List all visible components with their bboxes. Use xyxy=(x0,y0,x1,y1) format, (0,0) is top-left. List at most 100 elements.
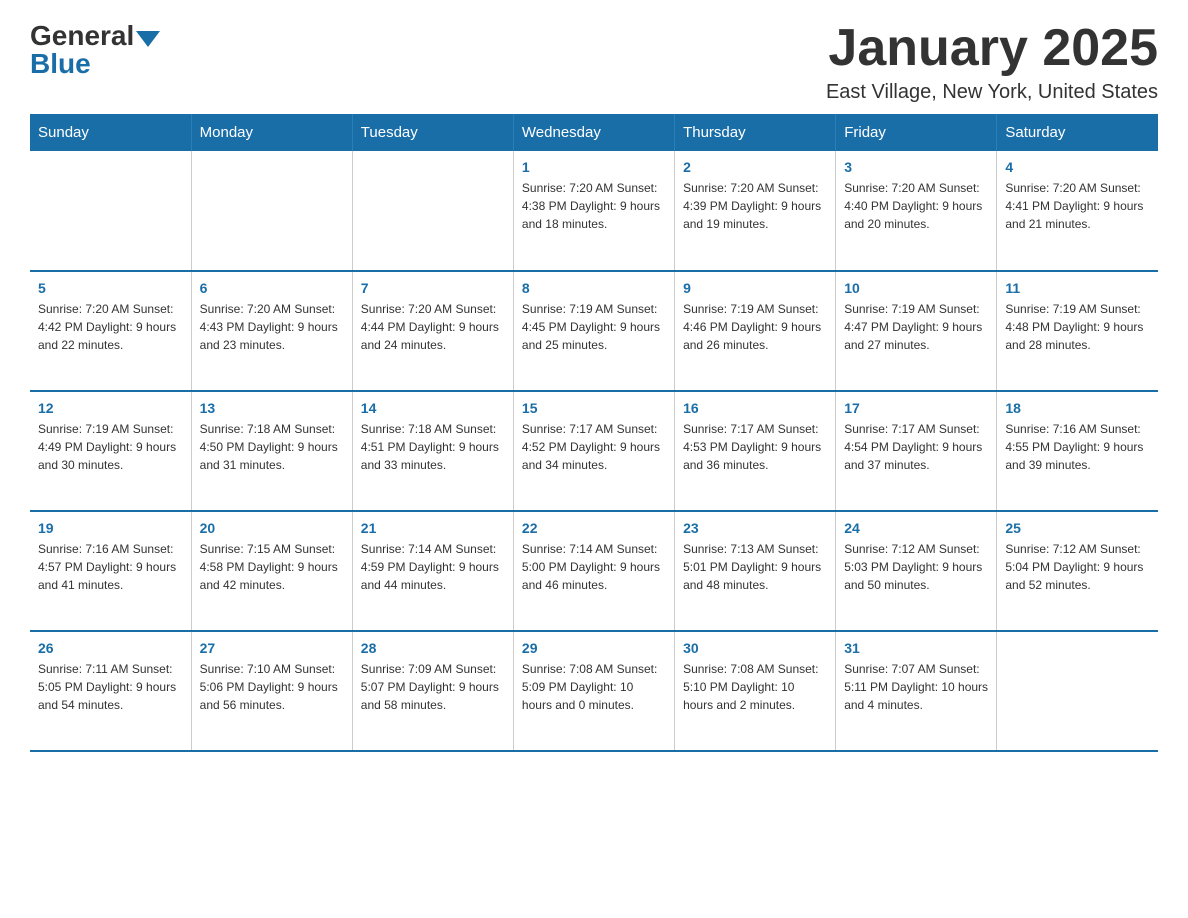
day-info: Sunrise: 7:19 AM Sunset: 4:49 PM Dayligh… xyxy=(38,420,183,474)
day-number: 25 xyxy=(1005,520,1150,536)
day-number: 28 xyxy=(361,640,505,656)
day-info: Sunrise: 7:19 AM Sunset: 4:45 PM Dayligh… xyxy=(522,300,666,354)
day-info: Sunrise: 7:19 AM Sunset: 4:48 PM Dayligh… xyxy=(1005,300,1150,354)
day-info: Sunrise: 7:12 AM Sunset: 5:04 PM Dayligh… xyxy=(1005,540,1150,594)
weekday-header-wednesday: Wednesday xyxy=(513,114,674,151)
day-info: Sunrise: 7:18 AM Sunset: 4:50 PM Dayligh… xyxy=(200,420,344,474)
day-number: 16 xyxy=(683,400,827,416)
calendar-cell: 21 Sunrise: 7:14 AM Sunset: 4:59 PM Dayli… xyxy=(352,511,513,631)
day-number: 10 xyxy=(844,280,988,296)
day-info: Sunrise: 7:08 AM Sunset: 5:10 PM Dayligh… xyxy=(683,660,827,714)
day-number: 12 xyxy=(38,400,183,416)
page-header: General Blue January 2025 East Village, … xyxy=(30,20,1158,104)
calendar-header-row: SundayMondayTuesdayWednesdayThursdayFrid… xyxy=(30,114,1158,151)
logo-arrow-icon xyxy=(136,31,160,47)
calendar-week-row: 26 Sunrise: 7:11 AM Sunset: 5:05 PM Dayli… xyxy=(30,631,1158,751)
calendar-week-row: 19 Sunrise: 7:16 AM Sunset: 4:57 PM Dayli… xyxy=(30,511,1158,631)
calendar-cell: 1Sunrise: 7:20 AM Sunset: 4:38 PM Daylig… xyxy=(513,151,674,271)
calendar-cell: 26 Sunrise: 7:11 AM Sunset: 5:05 PM Dayli… xyxy=(30,631,191,751)
day-info: Sunrise: 7:10 AM Sunset: 5:06 PM Dayligh… xyxy=(200,660,344,714)
day-number: 6 xyxy=(200,280,344,296)
calendar-cell: 29 Sunrise: 7:08 AM Sunset: 5:09 PM Dayli… xyxy=(513,631,674,751)
day-info: Sunrise: 7:20 AM Sunset: 4:41 PM Dayligh… xyxy=(1005,179,1150,233)
day-number: 23 xyxy=(683,520,827,536)
title-section: January 2025 East Village, New York, Uni… xyxy=(826,20,1158,104)
day-number: 3 xyxy=(844,159,988,175)
calendar-cell: 17Sunrise: 7:17 AM Sunset: 4:54 PM Dayli… xyxy=(836,391,997,511)
day-info: Sunrise: 7:19 AM Sunset: 4:47 PM Dayligh… xyxy=(844,300,988,354)
weekday-header-thursday: Thursday xyxy=(675,114,836,151)
calendar-week-row: 1Sunrise: 7:20 AM Sunset: 4:38 PM Daylig… xyxy=(30,151,1158,271)
day-info: Sunrise: 7:15 AM Sunset: 4:58 PM Dayligh… xyxy=(200,540,344,594)
calendar-cell: 7 Sunrise: 7:20 AM Sunset: 4:44 PM Daylig… xyxy=(352,271,513,391)
logo-blue-text: Blue xyxy=(30,48,91,80)
day-number: 11 xyxy=(1005,280,1150,296)
calendar-cell: 19 Sunrise: 7:16 AM Sunset: 4:57 PM Dayli… xyxy=(30,511,191,631)
day-number: 24 xyxy=(844,520,988,536)
calendar-cell: 8 Sunrise: 7:19 AM Sunset: 4:45 PM Daylig… xyxy=(513,271,674,391)
location-title: East Village, New York, United States xyxy=(826,81,1158,104)
calendar-cell xyxy=(30,151,191,271)
logo: General Blue xyxy=(30,20,160,80)
day-number: 26 xyxy=(38,640,183,656)
day-info: Sunrise: 7:14 AM Sunset: 4:59 PM Dayligh… xyxy=(361,540,505,594)
day-info: Sunrise: 7:20 AM Sunset: 4:44 PM Dayligh… xyxy=(361,300,505,354)
calendar-cell: 3 Sunrise: 7:20 AM Sunset: 4:40 PM Daylig… xyxy=(836,151,997,271)
day-number: 7 xyxy=(361,280,505,296)
calendar-week-row: 12 Sunrise: 7:19 AM Sunset: 4:49 PM Dayli… xyxy=(30,391,1158,511)
calendar-cell: 28 Sunrise: 7:09 AM Sunset: 5:07 PM Dayli… xyxy=(352,631,513,751)
calendar-cell: 25 Sunrise: 7:12 AM Sunset: 5:04 PM Dayli… xyxy=(997,511,1158,631)
day-info: Sunrise: 7:20 AM Sunset: 4:40 PM Dayligh… xyxy=(844,179,988,233)
month-title: January 2025 xyxy=(826,20,1158,77)
calendar-cell: 13 Sunrise: 7:18 AM Sunset: 4:50 PM Dayli… xyxy=(191,391,352,511)
day-info: Sunrise: 7:17 AM Sunset: 4:52 PM Dayligh… xyxy=(522,420,666,474)
weekday-header-sunday: Sunday xyxy=(30,114,191,151)
day-number: 21 xyxy=(361,520,505,536)
calendar-cell: 24 Sunrise: 7:12 AM Sunset: 5:03 PM Dayli… xyxy=(836,511,997,631)
day-info: Sunrise: 7:13 AM Sunset: 5:01 PM Dayligh… xyxy=(683,540,827,594)
calendar-cell xyxy=(191,151,352,271)
calendar-cell: 5Sunrise: 7:20 AM Sunset: 4:42 PM Daylig… xyxy=(30,271,191,391)
day-number: 2 xyxy=(683,159,827,175)
day-info: Sunrise: 7:20 AM Sunset: 4:39 PM Dayligh… xyxy=(683,179,827,233)
calendar-cell xyxy=(997,631,1158,751)
day-info: Sunrise: 7:19 AM Sunset: 4:46 PM Dayligh… xyxy=(683,300,827,354)
calendar-cell: 14Sunrise: 7:18 AM Sunset: 4:51 PM Dayli… xyxy=(352,391,513,511)
day-number: 20 xyxy=(200,520,344,536)
calendar-cell: 18 Sunrise: 7:16 AM Sunset: 4:55 PM Dayli… xyxy=(997,391,1158,511)
day-number: 8 xyxy=(522,280,666,296)
day-info: Sunrise: 7:17 AM Sunset: 4:53 PM Dayligh… xyxy=(683,420,827,474)
calendar-cell: 4 Sunrise: 7:20 AM Sunset: 4:41 PM Daylig… xyxy=(997,151,1158,271)
day-info: Sunrise: 7:11 AM Sunset: 5:05 PM Dayligh… xyxy=(38,660,183,714)
day-info: Sunrise: 7:20 AM Sunset: 4:38 PM Dayligh… xyxy=(522,179,666,233)
day-info: Sunrise: 7:20 AM Sunset: 4:43 PM Dayligh… xyxy=(200,300,344,354)
day-info: Sunrise: 7:17 AM Sunset: 4:54 PM Dayligh… xyxy=(844,420,988,474)
day-info: Sunrise: 7:08 AM Sunset: 5:09 PM Dayligh… xyxy=(522,660,666,714)
day-info: Sunrise: 7:14 AM Sunset: 5:00 PM Dayligh… xyxy=(522,540,666,594)
day-info: Sunrise: 7:20 AM Sunset: 4:42 PM Dayligh… xyxy=(38,300,183,354)
day-info: Sunrise: 7:12 AM Sunset: 5:03 PM Dayligh… xyxy=(844,540,988,594)
day-number: 30 xyxy=(683,640,827,656)
weekday-header-saturday: Saturday xyxy=(997,114,1158,151)
day-info: Sunrise: 7:16 AM Sunset: 4:55 PM Dayligh… xyxy=(1005,420,1150,474)
day-number: 31 xyxy=(844,640,988,656)
day-number: 15 xyxy=(522,400,666,416)
calendar-cell: 23 Sunrise: 7:13 AM Sunset: 5:01 PM Dayli… xyxy=(675,511,836,631)
calendar-cell: 27 Sunrise: 7:10 AM Sunset: 5:06 PM Dayli… xyxy=(191,631,352,751)
day-number: 27 xyxy=(200,640,344,656)
day-info: Sunrise: 7:07 AM Sunset: 5:11 PM Dayligh… xyxy=(844,660,988,714)
day-number: 22 xyxy=(522,520,666,536)
day-number: 4 xyxy=(1005,159,1150,175)
day-number: 18 xyxy=(1005,400,1150,416)
calendar-cell: 22 Sunrise: 7:14 AM Sunset: 5:00 PM Dayli… xyxy=(513,511,674,631)
day-info: Sunrise: 7:16 AM Sunset: 4:57 PM Dayligh… xyxy=(38,540,183,594)
calendar-cell xyxy=(352,151,513,271)
weekday-header-monday: Monday xyxy=(191,114,352,151)
calendar-cell: 9Sunrise: 7:19 AM Sunset: 4:46 PM Daylig… xyxy=(675,271,836,391)
day-number: 13 xyxy=(200,400,344,416)
day-number: 19 xyxy=(38,520,183,536)
day-number: 29 xyxy=(522,640,666,656)
calendar-cell: 10 Sunrise: 7:19 AM Sunset: 4:47 PM Dayli… xyxy=(836,271,997,391)
day-info: Sunrise: 7:09 AM Sunset: 5:07 PM Dayligh… xyxy=(361,660,505,714)
calendar-cell: 6 Sunrise: 7:20 AM Sunset: 4:43 PM Daylig… xyxy=(191,271,352,391)
